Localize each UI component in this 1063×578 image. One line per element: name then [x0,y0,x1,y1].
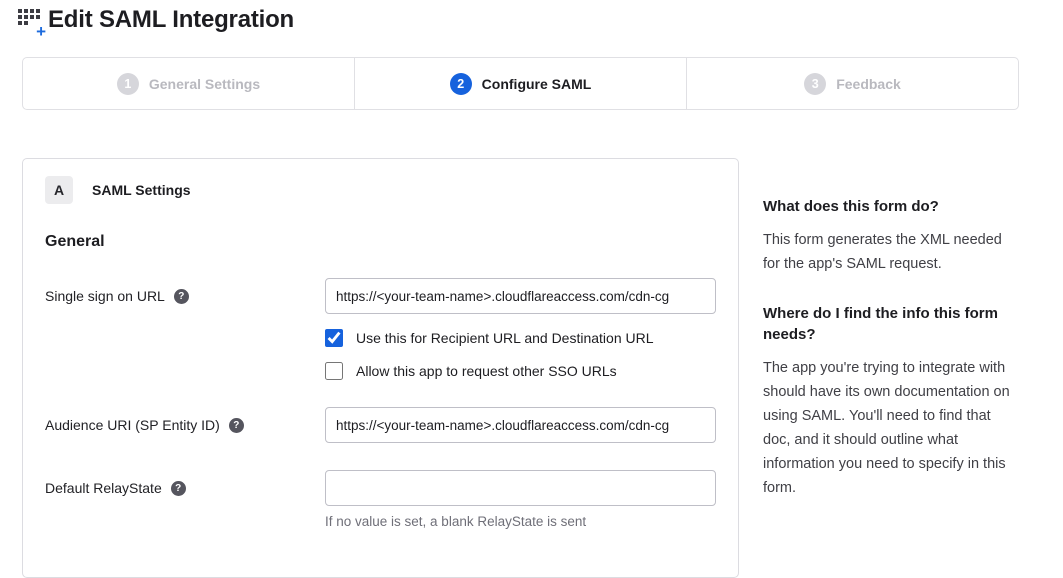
step-label: General Settings [149,76,260,92]
audience-uri-controls [325,407,716,443]
panel-title: SAML Settings [92,182,191,198]
step-general-settings[interactable]: 1 General Settings [23,58,354,109]
help-heading: What does this form do? [763,196,1016,217]
step-number-badge: 1 [117,73,139,95]
sso-url-label: Single sign on URL [45,288,165,304]
audience-uri-input[interactable] [325,407,716,443]
audience-uri-label-wrap: Audience URI (SP Entity ID) ? [45,407,325,443]
section-a-badge: A [45,176,73,204]
relay-state-input[interactable] [325,470,716,506]
relay-state-row: Default RelayState ? If no value is set,… [45,470,716,529]
audience-uri-row: Audience URI (SP Entity ID) ? [45,407,716,443]
recipient-url-checkbox-label: Use this for Recipient URL and Destinati… [356,330,654,346]
sso-url-label-wrap: Single sign on URL ? [45,278,325,380]
general-section-heading: General [45,233,716,251]
help-sidebar: What does this form do? This form genera… [763,196,1016,500]
relay-state-label: Default RelayState [45,480,162,496]
step-configure-saml[interactable]: 2 Configure SAML [354,58,686,109]
step-number-badge: 3 [804,73,826,95]
help-icon[interactable]: ? [229,418,244,433]
sso-url-row: Single sign on URL ? Use this for Recipi… [45,278,716,380]
other-sso-urls-checkbox[interactable] [325,362,343,380]
recipient-url-checkbox-row[interactable]: Use this for Recipient URL and Destinati… [325,329,716,347]
step-number-badge: 2 [450,73,472,95]
plus-glyph: + [36,23,46,40]
help-body: The app you're trying to integrate with … [763,356,1016,500]
audience-uri-label: Audience URI (SP Entity ID) [45,417,220,433]
help-heading: Where do I find the info this form needs… [763,303,1016,345]
app-grid-plus-icon: + [18,9,43,31]
saml-settings-panel: A SAML Settings General Single sign on U… [22,158,739,578]
help-section-where: Where do I find the info this form needs… [763,303,1016,500]
wizard-stepper: 1 General Settings 2 Configure SAML 3 Fe… [22,57,1019,110]
recipient-url-checkbox[interactable] [325,329,343,347]
help-body: This form generates the XML needed for t… [763,228,1016,276]
page-title: Edit SAML Integration [48,6,294,34]
panel-header: A SAML Settings [45,176,716,204]
relay-state-controls: If no value is set, a blank RelayState i… [325,470,716,529]
sso-url-input[interactable] [325,278,716,314]
sso-url-controls: Use this for Recipient URL and Destinati… [325,278,716,380]
relay-state-helper-text: If no value is set, a blank RelayState i… [325,514,716,529]
help-icon[interactable]: ? [174,289,189,304]
step-label: Feedback [836,76,901,92]
other-sso-urls-checkbox-label: Allow this app to request other SSO URLs [356,363,617,379]
help-icon[interactable]: ? [171,481,186,496]
help-section-what: What does this form do? This form genera… [763,196,1016,276]
step-label: Configure SAML [482,76,592,92]
page-header: + Edit SAML Integration [18,6,294,34]
other-sso-urls-checkbox-row[interactable]: Allow this app to request other SSO URLs [325,362,716,380]
relay-state-label-wrap: Default RelayState ? [45,470,325,529]
step-feedback[interactable]: 3 Feedback [686,58,1018,109]
